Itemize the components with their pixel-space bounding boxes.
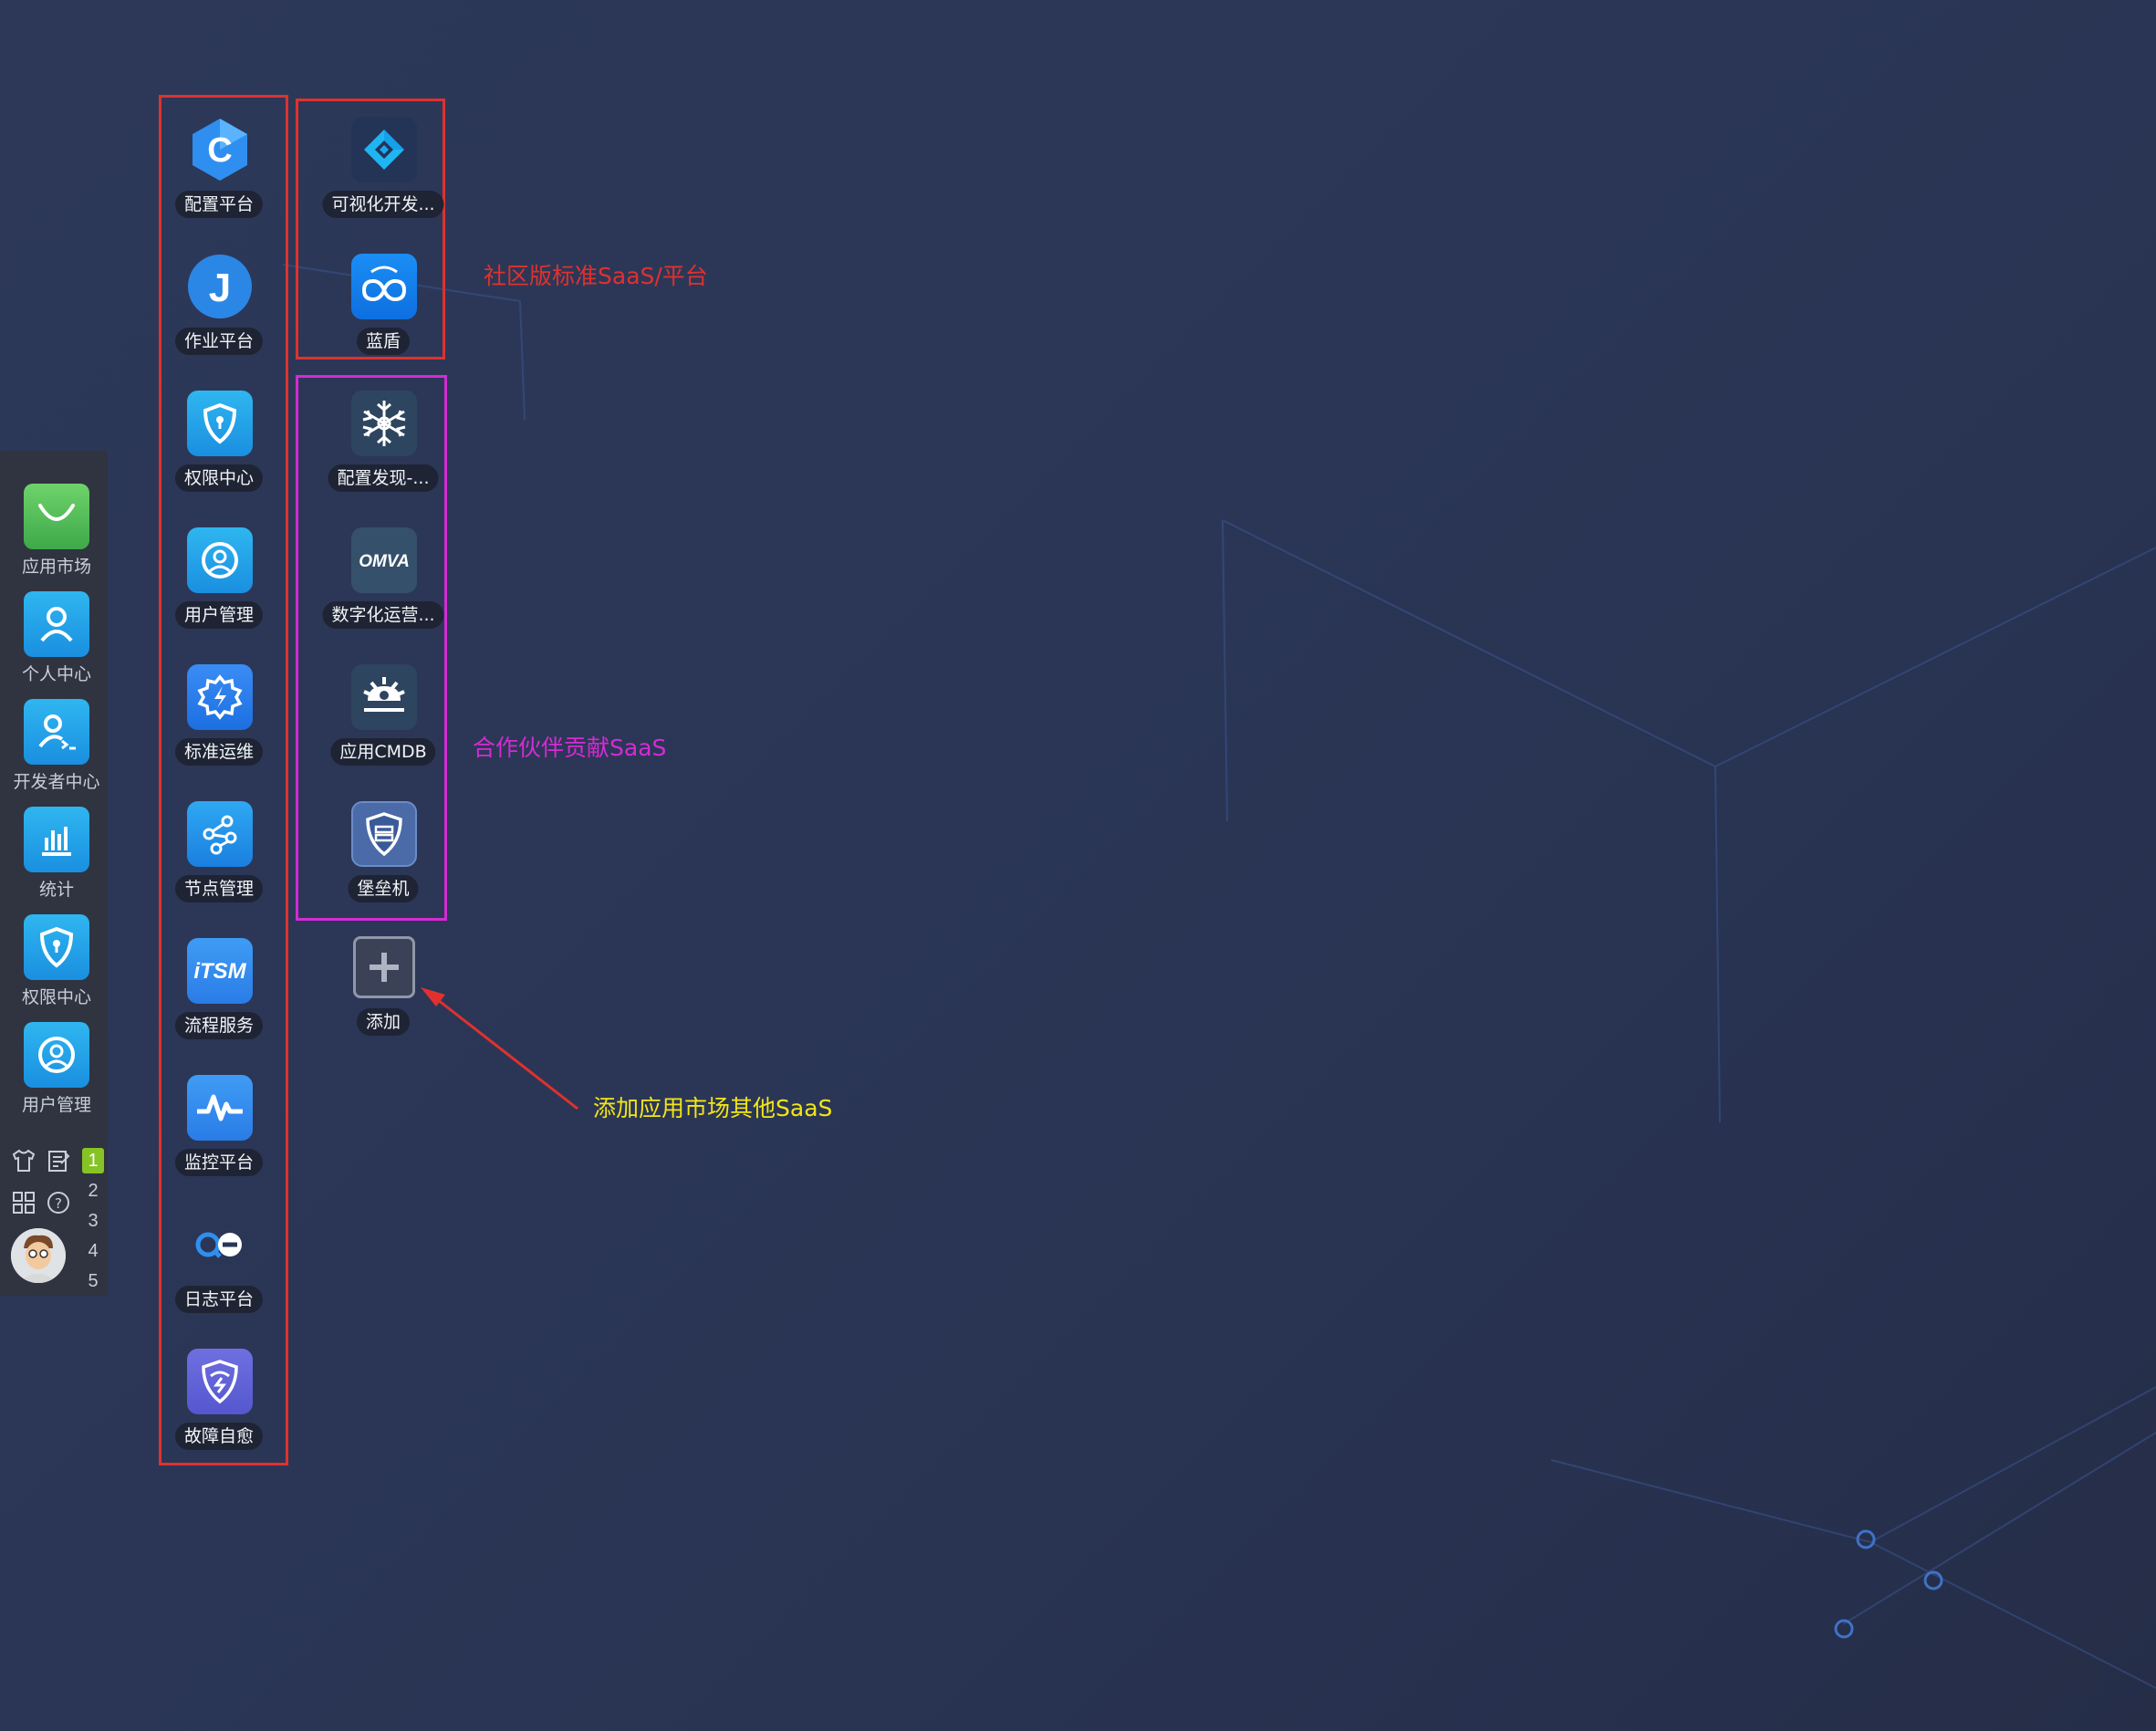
developer-icon <box>24 699 89 765</box>
sidebar-item-permission-center[interactable]: 权限中心 <box>0 900 108 1007</box>
cmdb-c-icon: C <box>187 117 253 182</box>
sidebar-item-developer-center[interactable]: 开发者中心 <box>0 684 108 792</box>
app-label: 流程服务 <box>174 1012 264 1039</box>
desktop-app-fault-autoheal[interactable]: 故障自愈 <box>160 1343 278 1480</box>
sidebar-item-label: 统计 <box>38 880 74 900</box>
desktop-4[interactable]: 4 <box>82 1238 104 1264</box>
bkci-infinity-icon <box>351 254 417 319</box>
sidebar-item-app-market[interactable]: 应用市场 <box>0 469 108 577</box>
desktop-app-bkci[interactable]: 蓝盾 <box>324 248 443 385</box>
desktop-app-config-discovery[interactable]: 配置发现-... <box>324 385 443 522</box>
snowflake-icon <box>351 391 417 456</box>
add-app-button[interactable]: 添加 <box>324 929 443 1066</box>
desktop-app-sops[interactable]: 标准运维 <box>160 659 278 796</box>
person-icon <box>24 591 89 657</box>
shield-icon <box>24 914 89 980</box>
app-label: 故障自愈 <box>174 1423 264 1450</box>
desktop-app-app-cmdb[interactable]: 应用CMDB <box>324 659 443 796</box>
desktop-app-digital-ops[interactable]: OMVA 数字化运营... <box>322 522 444 659</box>
app-label: 应用CMDB <box>330 738 436 766</box>
app-label: 日志平台 <box>174 1286 264 1313</box>
notes-icon[interactable] <box>42 1144 75 1177</box>
app-label: 配置平台 <box>174 191 264 218</box>
desktop-app-permission-center[interactable]: 权限中心 <box>160 385 278 522</box>
app-label: 蓝盾 <box>356 328 411 355</box>
svg-text:C: C <box>207 131 232 170</box>
nodes-icon <box>187 801 253 867</box>
annotation-community-saas: 社区版标准SaaS/平台 <box>484 263 708 289</box>
app-label: 数字化运营... <box>322 601 444 629</box>
cmdb-hub-icon <box>351 664 417 730</box>
desktop-app-cmdb[interactable]: C 配置平台 <box>160 111 278 248</box>
svg-text:?: ? <box>55 1195 62 1212</box>
desktop-1[interactable]: 1 <box>82 1148 104 1173</box>
desktop-5[interactable]: 5 <box>82 1268 104 1294</box>
job-j-icon: J <box>187 254 253 319</box>
desktop-app-job[interactable]: J 作业平台 <box>160 248 278 385</box>
grid-icon[interactable] <box>7 1186 40 1219</box>
desktop-app-visual-dev[interactable]: 可视化开发... <box>322 111 444 248</box>
desktop-app-monitor[interactable]: 监控平台 <box>160 1069 278 1206</box>
avatar[interactable] <box>11 1228 66 1283</box>
shield-icon <box>187 391 253 456</box>
annotation-partner-saas: 合作伙伴贡献SaaS <box>473 735 667 761</box>
svg-text:J: J <box>209 266 231 310</box>
desktop-app-bastion[interactable]: 堡垒机 <box>324 796 443 933</box>
app-label: 标准运维 <box>174 738 264 766</box>
fault-heal-icon <box>187 1349 253 1414</box>
help-icon[interactable]: ? <box>42 1186 75 1219</box>
user-circle-icon <box>187 527 253 593</box>
app-label: 用户管理 <box>174 601 264 629</box>
annotation-add-saas: 添加应用市场其他SaaS <box>593 1095 833 1121</box>
itsm-icon: iTSM <box>187 938 253 1004</box>
shopping-bag-icon <box>24 484 89 549</box>
dock-sidebar: 应用市场 个人中心 开发者中心 统计 权限中心 用户管理 ? 1 2 3 4 5 <box>0 451 108 1296</box>
desktop-2[interactable]: 2 <box>82 1178 104 1204</box>
sidebar-item-label: 应用市场 <box>21 557 91 577</box>
app-label: 权限中心 <box>174 464 264 492</box>
app-label: 堡垒机 <box>348 875 419 902</box>
app-label: 监控平台 <box>174 1149 264 1176</box>
sops-gear-icon <box>187 664 253 730</box>
sidebar-item-label: 开发者中心 <box>13 772 100 792</box>
desktop-app-user-management[interactable]: 用户管理 <box>160 522 278 659</box>
omva-icon: OMVA <box>351 527 417 593</box>
app-label: 可视化开发... <box>322 191 444 218</box>
log-icon <box>187 1212 253 1277</box>
bar-chart-icon <box>24 807 89 872</box>
sidebar-item-label: 权限中心 <box>21 987 91 1007</box>
desktop-app-node-management[interactable]: 节点管理 <box>160 796 278 933</box>
app-label: 配置发现-... <box>328 464 439 492</box>
shirt-icon[interactable] <box>7 1144 40 1177</box>
app-label: 节点管理 <box>174 875 264 902</box>
plus-icon <box>353 936 415 998</box>
monitor-pulse-icon <box>187 1075 253 1141</box>
sidebar-item-label: 个人中心 <box>21 664 91 684</box>
desktop-app-log[interactable]: 日志平台 <box>160 1206 278 1343</box>
sidebar-item-label: 用户管理 <box>21 1095 91 1115</box>
svg-text:OMVA: OMVA <box>359 552 410 571</box>
sidebar-item-user-management[interactable]: 用户管理 <box>0 1007 108 1115</box>
user-circle-icon <box>24 1022 89 1088</box>
diamond-icon <box>351 117 417 182</box>
desktop-3[interactable]: 3 <box>82 1208 104 1234</box>
app-label: 添加 <box>356 1008 411 1036</box>
sidebar-item-personal-center[interactable]: 个人中心 <box>0 577 108 684</box>
desktop-app-itsm[interactable]: iTSM 流程服务 <box>160 933 278 1069</box>
app-label: 作业平台 <box>174 328 264 355</box>
bastion-shield-icon <box>351 801 417 867</box>
svg-text:iTSM: iTSM <box>193 959 246 984</box>
sidebar-item-statistics[interactable]: 统计 <box>0 792 108 900</box>
